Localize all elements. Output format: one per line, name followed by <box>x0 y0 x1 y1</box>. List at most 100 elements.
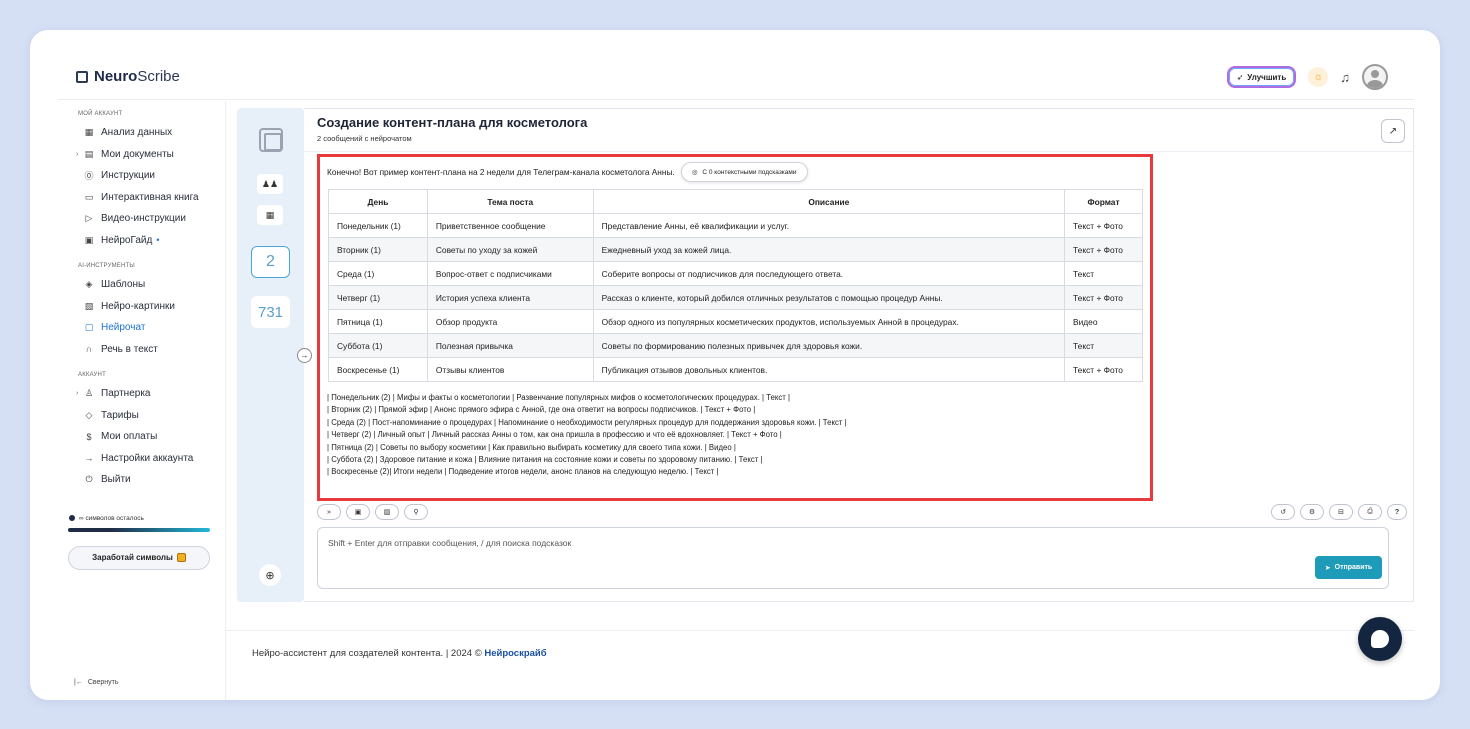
input-toolbar-right: ↺ ⚙ ⊟ ⎙ ? <box>1271 504 1407 520</box>
sidebar-item-tariffs[interactable]: ◇ Тарифы <box>58 405 225 427</box>
help-icon[interactable]: ? <box>1387 504 1407 520</box>
cell-topic: Обзор продукта <box>426 309 594 334</box>
table-row: Вторник (1) Советы по уходу за кожей Ежедн… <box>328 237 1143 262</box>
collapse-sidebar-button[interactable]: |← Свернуть <box>74 679 119 686</box>
cell-topic: Отзывы клиентов <box>426 357 594 382</box>
cell-description: Публикация отзывов довольных клиентов. <box>592 357 1066 382</box>
users-icon[interactable]: ♟♟ <box>257 174 283 194</box>
avatar[interactable] <box>1362 64 1388 90</box>
sidebar-item-speech[interactable]: ∩ Речь в текст <box>58 339 225 361</box>
sidebar-item-payments[interactable]: $ Мои оплаты <box>58 426 225 448</box>
chat-icon: ▢ <box>84 322 94 333</box>
raw-table-lines: | Понедельник (2) | Мифы и факты о косме… <box>327 392 1143 479</box>
cell-topic: Советы по уходу за кожей <box>426 237 594 262</box>
cell-description: Обзор одного из популярных косметических… <box>592 309 1066 334</box>
symbols-left-text: ∞ символов осталось <box>79 514 144 522</box>
message-count-badge[interactable]: 2 <box>251 246 290 278</box>
cell-day: Понедельник (1) <box>328 213 428 238</box>
new-chat-icon[interactable]: ⊕ <box>259 564 281 586</box>
expand-panel-arrow-icon[interactable]: → <box>297 348 312 363</box>
raw-line: | Среда (2) | Пост-напоминание о процеду… <box>327 417 847 427</box>
footer-text: Нейро-ассистент для создателей контента.… <box>252 648 547 659</box>
cell-topic: Полезная привычка <box>426 333 594 358</box>
cell-day: Четверг (1) <box>328 285 428 310</box>
cell-description: Рассказ о клиенте, который добился отлич… <box>592 285 1066 310</box>
help-circle-icon: ⓪ <box>84 171 94 182</box>
dot-icon <box>69 515 75 521</box>
layers-icon: ◈ <box>85 279 93 290</box>
sidebar-item-analytics[interactable]: ▦ Анализ данных <box>58 122 225 144</box>
column-header-format: Формат <box>1064 189 1143 214</box>
sidebar-item-book[interactable]: ▭ Интерактивная книга <box>58 187 225 209</box>
share-button[interactable]: ↗ <box>1381 119 1405 143</box>
sidebar-item-settings[interactable]: → Настройки аккаунта <box>58 448 225 470</box>
cell-topic: Приветственное сообщение <box>426 213 594 238</box>
section-my-account: МОЙ АККАУНТ <box>78 111 123 117</box>
token-count-badge[interactable]: 731 <box>251 296 290 328</box>
book-icon: ▭ <box>84 191 94 202</box>
template-icon[interactable]: ▣ <box>346 504 370 520</box>
image-icon[interactable]: ▨ <box>375 504 399 520</box>
sidebar-item-neuroguide[interactable]: ▣ НейроГайд • <box>58 230 225 252</box>
history-icon[interactable]: ↺ <box>1271 504 1295 520</box>
sidebar-item-label: Тарифы <box>101 409 139 421</box>
column-header-description: Описание <box>592 189 1066 214</box>
context-pill-label: С 0 контекстными подсказками <box>702 168 797 176</box>
sidebar-item-images[interactable]: ▧ Нейро-картинки <box>58 296 225 318</box>
theme-toggle-sun-icon[interactable]: ☼ <box>1308 67 1329 87</box>
cell-day: Вторник (1) <box>328 237 428 262</box>
sidebar-item-label: Выйти <box>101 474 131 486</box>
upgrade-button[interactable]: ➶ Улучшить <box>1226 66 1297 88</box>
section-ai-tools: AI-ИНСТРУМЕНТЫ <box>78 263 135 269</box>
sidebar-item-label: НейроГайд <box>101 234 153 246</box>
logo-rest: Scribe <box>137 68 180 85</box>
earn-symbols-button[interactable]: Заработай символы <box>68 545 210 570</box>
bell-icon[interactable]: ♫ <box>1340 70 1350 85</box>
sidebar-item-documents[interactable]: › ▤ Мои документы <box>58 144 225 166</box>
sidebar-item-videos[interactable]: ▷ Видео-инструкции <box>58 208 225 230</box>
table-row: Суббота (1) Полезная привычка Советы по фо… <box>328 333 1143 358</box>
send-button[interactable]: ➤ Отправить <box>1315 556 1382 579</box>
neuroscribe-logo-icon <box>259 128 283 152</box>
cell-description: Советы по формированию полезных привычек… <box>592 333 1066 358</box>
rocket-icon: ➶ <box>1236 72 1244 82</box>
save-icon[interactable]: ⊟ <box>1329 504 1353 520</box>
column-header-day: День <box>328 189 428 214</box>
new-dot-icon: • <box>156 235 160 246</box>
grid-icon: ▦ <box>84 127 94 138</box>
message-input[interactable]: Shift + Enter для отправки сообщения, / … <box>317 527 1389 589</box>
sidebar-item-neurochat[interactable]: ▢ Нейрочат <box>58 317 225 339</box>
logo[interactable]: NeuroScribe <box>76 68 180 85</box>
sidebar: МОЙ АККАУНТ ▦ Анализ данных › ▤ Мои докумен… <box>58 101 226 700</box>
raw-line: | Четверг (2) | Личный опыт | Личный рас… <box>327 430 782 440</box>
share-icon: ↗ <box>1388 125 1398 137</box>
sidebar-item-instructions[interactable]: ⓪ Инструкции <box>58 165 225 187</box>
support-chat-button[interactable] <box>1358 617 1402 661</box>
grid-icon[interactable]: ▦ <box>257 205 283 225</box>
collapse-icon: |← <box>74 679 83 686</box>
guide-icon: ▣ <box>84 234 94 245</box>
chevron-right-icon: › <box>76 390 79 398</box>
sidebar-item-label: Интерактивная книга <box>101 191 199 203</box>
raw-line: | Воскресенье (2)| Итоги недели | Подвед… <box>327 467 719 477</box>
context-hints-pill[interactable]: ◎ С 0 контекстными подсказками <box>680 162 808 182</box>
collapse-label: Свернуть <box>87 679 119 686</box>
sidebar-item-logout[interactable]: ⏻ Выйти <box>58 469 225 491</box>
print-icon[interactable]: ⎙ <box>1358 504 1382 520</box>
footer-brand-link[interactable]: Нейроскрайб <box>484 648 546 659</box>
magic-wand-icon[interactable]: ⚲ <box>404 504 428 520</box>
sidebar-item-label: Анализ данных <box>101 127 173 139</box>
upgrade-label: Улучшить <box>1247 72 1287 82</box>
cell-format: Текст + Фото <box>1064 285 1143 310</box>
chevrons-down-icon[interactable]: » <box>317 504 341 520</box>
sidebar-item-partners[interactable]: › ♙ Партнерка <box>58 383 225 405</box>
image-icon: ▧ <box>84 300 94 311</box>
section-account: АККАУНТ <box>78 372 106 378</box>
earn-symbols-label: Заработай символы <box>92 553 173 562</box>
cell-topic: История успеха клиента <box>426 285 594 310</box>
top-bar: NeuroScribe ➶ Улучшить ☼ ♫ <box>58 58 1414 100</box>
power-icon: ⏻ <box>85 474 93 485</box>
cell-description: Соберите вопросы от подписчиков для посл… <box>592 261 1066 286</box>
sidebar-item-templates[interactable]: ◈ Шаблоны <box>58 274 225 296</box>
settings-icon[interactable]: ⚙ <box>1300 504 1324 520</box>
